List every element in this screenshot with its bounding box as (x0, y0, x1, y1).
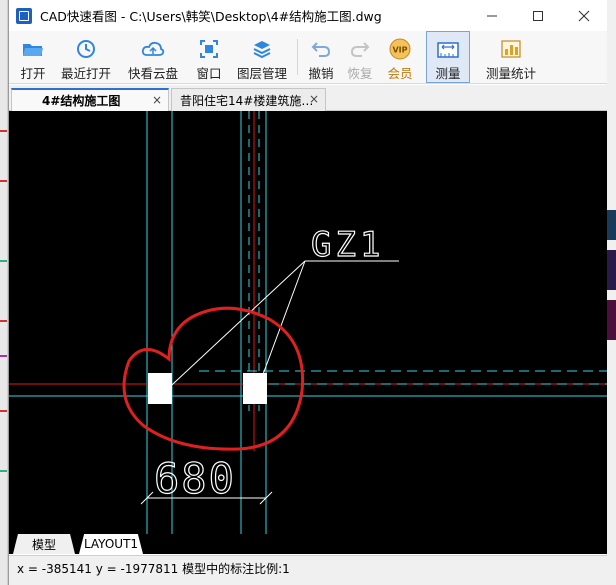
window-title: CAD快速看图 - C:\Users\韩笑\Desktop\4#结构施工图.dw… (40, 9, 382, 24)
left-strip-mark (0, 130, 7, 132)
title-bar[interactable]: CAD快速看图 - C:\Users\韩笑\Desktop\4#结构施工图.dw… (9, 0, 607, 31)
coordinate-readout: x = -385141 y = -1977811 模型中的标注比例:1 (17, 562, 290, 576)
cad-drawing[interactable]: GZ1 680 (9, 111, 607, 534)
tab-layout1[interactable]: LAYOUT1 (79, 534, 143, 554)
open-label: 打开 (20, 66, 46, 81)
tab-structural-drawing[interactable]: 4#结构施工图 × (11, 88, 169, 111)
measure-button[interactable]: 测量 (426, 31, 470, 83)
close-icon (578, 10, 590, 21)
right-strip-mark (606, 250, 616, 290)
document-tab-bar: 4#结构施工图 × 昔阳住宅14#楼建筑施… × (9, 85, 607, 111)
left-strip-mark (0, 180, 7, 182)
layers-icon (250, 38, 274, 60)
undo-label: 撤销 (308, 66, 334, 81)
cad-app-icon (16, 7, 32, 24)
tab-close-icon[interactable]: × (152, 93, 162, 107)
cloud-drive-button[interactable]: 快看云盘 (119, 31, 187, 83)
measure-stats-label: 测量统计 (485, 66, 536, 81)
tab-model[interactable]: 模型 (13, 534, 75, 554)
measure-stats-button[interactable]: 测量统计 (480, 31, 542, 83)
tab-label: 4#结构施工图 (42, 94, 121, 108)
window-icon (197, 38, 221, 60)
recent-open-button[interactable]: 最近打开 (53, 31, 119, 83)
right-strip-mark (606, 210, 616, 240)
left-strip-mark (0, 470, 7, 472)
left-strip-mark (0, 320, 7, 322)
minimize-button[interactable] (469, 0, 515, 31)
redo-label: 恢复 (347, 66, 373, 81)
measure-stats-icon (499, 38, 523, 60)
left-strip-mark (0, 260, 7, 262)
recent-open-label: 最近打开 (60, 66, 111, 81)
app-window: CAD快速看图 - C:\Users\韩笑\Desktop\4#结构施工图.dw… (8, 0, 607, 585)
layer-manager-label: 图层管理 (236, 66, 287, 81)
vip-badge-text: VIP (392, 46, 407, 55)
window-label: 窗口 (196, 66, 222, 81)
vip-button[interactable]: VIP 会员 (380, 31, 420, 83)
maximize-button[interactable] (515, 0, 561, 31)
maximize-icon (533, 10, 543, 21)
tab-label: 昔阳住宅14#楼建筑施… (180, 93, 314, 108)
cloud-icon (141, 38, 165, 60)
main-toolbar: 打开 最近打开 快看云盘 窗口 图层管理 撤销 恢复 VIP 会员 测量 测量统… (9, 31, 607, 84)
column-block[interactable] (243, 373, 267, 404)
status-bar: x = -385141 y = -1977811 模型中的标注比例:1 (9, 555, 607, 585)
tab-close-icon[interactable]: × (309, 92, 319, 106)
right-strip-mark (606, 300, 616, 340)
dimension-value[interactable]: 680 (153, 453, 236, 503)
clock-icon (74, 38, 98, 60)
left-strip-mark (0, 355, 7, 357)
window-button[interactable]: 窗口 (187, 31, 231, 83)
vip-icon: VIP (388, 38, 412, 60)
undo-icon (309, 38, 333, 60)
vip-label: 会员 (387, 66, 413, 81)
close-button[interactable] (561, 0, 607, 31)
layout-tab-bar: 模型 LAYOUT1 (9, 534, 607, 554)
toolbar-divider (297, 39, 298, 75)
left-strip-mark (0, 410, 7, 412)
layer-manager-button[interactable]: 图层管理 (231, 31, 293, 83)
redo-button[interactable]: 恢复 (340, 31, 380, 83)
tab-architectural-drawing[interactable]: 昔阳住宅14#楼建筑施… × (171, 88, 326, 111)
redo-icon (348, 38, 372, 60)
measure-label: 测量 (435, 66, 461, 81)
undo-button[interactable]: 撤销 (302, 31, 340, 83)
measure-icon (436, 39, 460, 60)
drawing-canvas[interactable]: GZ1 680 (9, 111, 607, 534)
cloud-drive-label: 快看云盘 (127, 66, 178, 81)
background-app-strip-right (606, 0, 616, 585)
minimize-icon (487, 15, 497, 16)
folder-open-icon (21, 38, 45, 60)
open-button[interactable]: 打开 (13, 31, 53, 83)
column-label-gz1[interactable]: GZ1 (310, 224, 384, 265)
background-app-strip (0, 0, 8, 585)
